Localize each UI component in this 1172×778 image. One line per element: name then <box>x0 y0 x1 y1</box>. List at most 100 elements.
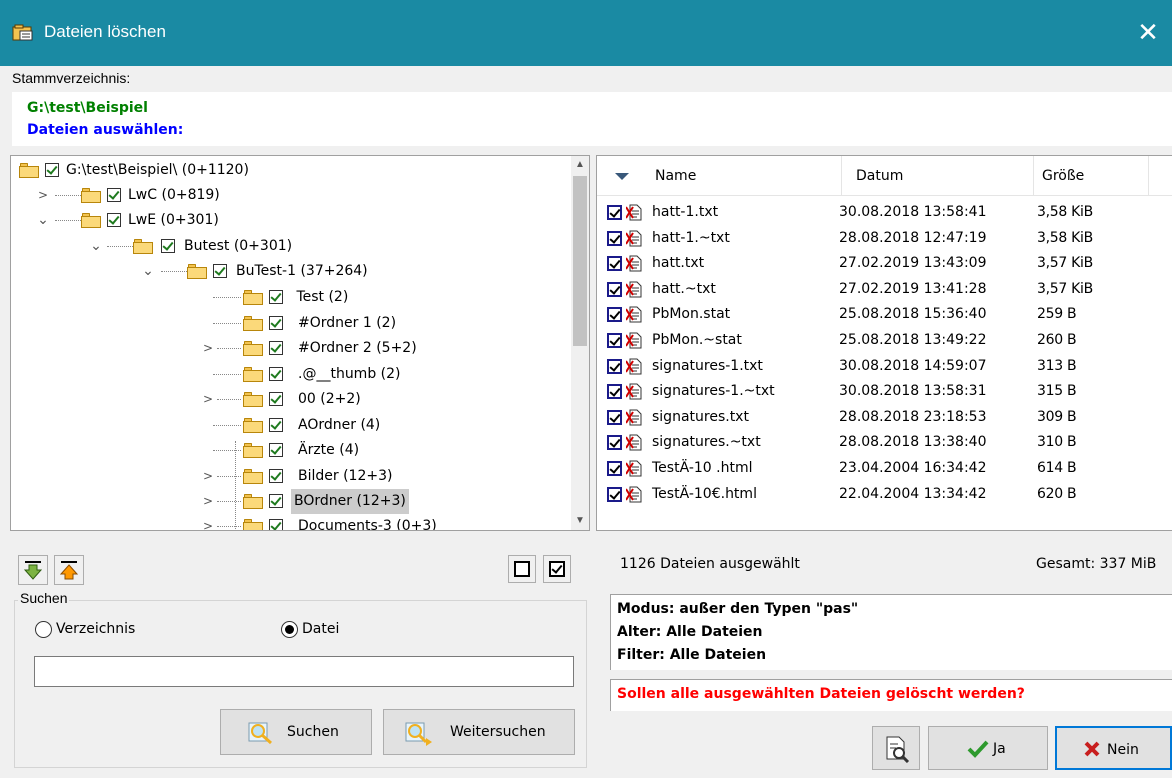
tree-connector <box>55 220 81 221</box>
file-checkbox[interactable] <box>607 281 622 297</box>
column-size-header[interactable]: Größe <box>1034 156 1149 196</box>
search-input[interactable] <box>34 656 574 687</box>
tree-item-label: AOrdner (4) <box>298 417 381 433</box>
tree-checkbox[interactable] <box>269 443 283 457</box>
file-checkbox[interactable] <box>607 205 622 220</box>
file-name: signatures.txt <box>652 408 749 425</box>
file-checkbox[interactable] <box>607 409 622 425</box>
expand-down-button[interactable] <box>18 555 48 585</box>
file-delete-icon <box>626 409 642 426</box>
file-row[interactable]: hatt.~txt 27.02.2019 13:41:28 3,57 KiB <box>597 276 1172 302</box>
x-icon <box>1084 741 1100 757</box>
tree-item-label: LwC (0+819) <box>128 187 220 203</box>
file-row[interactable]: TestÄ-10€.html 22.04.2004 13:34:42 620 B <box>597 481 1172 507</box>
file-size: 309 B <box>1037 408 1077 425</box>
tree-checkbox[interactable] <box>269 392 283 406</box>
file-row[interactable]: signatures.txt 28.08.2018 23:18:53 309 B <box>597 404 1172 430</box>
check-all-button[interactable] <box>543 555 571 583</box>
uncheck-all-button[interactable] <box>508 555 536 583</box>
search-button[interactable]: Suchen <box>220 709 372 755</box>
no-button[interactable]: Nein <box>1055 726 1172 770</box>
column-date-label: Datum <box>856 168 904 184</box>
chevron-right-icon[interactable]: > <box>201 464 215 489</box>
collapse-up-button[interactable] <box>54 555 84 585</box>
delete-question: Sollen alle ausgewählten Dateien gelösch… <box>617 686 1025 702</box>
chevron-right-icon[interactable]: > <box>201 489 215 514</box>
radio-directory[interactable] <box>35 621 52 638</box>
file-date: 22.04.2004 13:34:42 <box>839 485 987 502</box>
scroll-thumb[interactable] <box>573 176 587 346</box>
file-checkbox[interactable] <box>607 486 622 502</box>
tree-item-label: #Ordner 2 (5+2) <box>298 340 417 356</box>
tree-checkbox[interactable] <box>269 494 283 508</box>
tree-checkbox[interactable] <box>269 341 283 355</box>
tree-checkbox[interactable] <box>269 316 283 330</box>
file-size: 620 B <box>1037 485 1077 502</box>
tree-checkbox[interactable] <box>161 239 175 253</box>
yes-button-label: Ja <box>993 741 1006 757</box>
search-next-button[interactable]: Weitersuchen <box>383 709 575 755</box>
file-row[interactable]: hatt-1.txt 30.08.2018 13:58:41 3,58 KiB <box>597 199 1172 225</box>
file-row[interactable]: signatures-1.txt 30.08.2018 14:59:07 313 B <box>597 353 1172 379</box>
chevron-down-icon[interactable]: ⌄ <box>89 234 103 259</box>
file-row[interactable]: TestÄ-10 .html 23.04.2004 16:34:42 614 B <box>597 455 1172 481</box>
tree-checkbox[interactable] <box>269 367 283 381</box>
file-name: signatures.~txt <box>652 434 761 451</box>
chevron-right-icon[interactable]: > <box>201 514 215 530</box>
chevron-right-icon[interactable]: > <box>201 336 215 361</box>
file-checkbox[interactable] <box>607 358 622 374</box>
chevron-right-icon[interactable]: > <box>201 387 215 412</box>
tree-item-label-selected: BOrdner (12+3) <box>291 489 409 514</box>
file-name: TestÄ-10 .html <box>652 460 753 476</box>
file-checkbox[interactable] <box>607 307 622 323</box>
tree-checkbox[interactable] <box>269 290 283 304</box>
folder-icon <box>243 494 263 509</box>
column-name-header[interactable]: Name <box>597 156 842 196</box>
chevron-right-icon[interactable]: > <box>36 183 50 208</box>
radio-file[interactable] <box>281 621 298 638</box>
tree-checkbox[interactable] <box>107 213 121 227</box>
tree-checkbox[interactable] <box>269 469 283 483</box>
file-row[interactable]: hatt-1.~txt 28.08.2018 12:47:19 3,58 KiB <box>597 225 1172 251</box>
title-bar: Dateien löschen ✕ <box>0 0 1172 66</box>
folder-icon <box>81 188 101 203</box>
file-checkbox[interactable] <box>607 256 622 272</box>
file-checkbox[interactable] <box>607 230 622 246</box>
folder-tree[interactable]: G:\test\Beispiel\ (0+1120) > LwC (0+819)… <box>10 155 590 531</box>
tree-connector <box>213 323 241 324</box>
tree-checkbox[interactable] <box>269 519 283 530</box>
file-checkbox[interactable] <box>607 435 622 451</box>
tree-checkbox[interactable] <box>45 163 59 177</box>
chevron-down-icon[interactable]: ⌄ <box>36 208 50 233</box>
tree-connector <box>217 526 241 527</box>
file-checkbox[interactable] <box>607 461 622 476</box>
file-checkbox[interactable] <box>607 384 622 400</box>
file-date: 27.02.2019 13:41:28 <box>839 280 987 297</box>
file-row[interactable]: PbMon.stat 25.08.2018 15:36:40 259 B <box>597 301 1172 327</box>
tree-checkbox[interactable] <box>213 264 227 278</box>
mode-info-box: Modus: außer den Typen "pas" Alter: Alle… <box>610 594 1172 670</box>
file-row[interactable]: hatt.txt 27.02.2019 13:43:09 3,57 KiB <box>597 250 1172 276</box>
app-icon <box>12 24 33 41</box>
file-row[interactable]: signatures-1.~txt 30.08.2018 13:58:31 315 … <box>597 378 1172 404</box>
scroll-up-icon[interactable]: ▲ <box>571 156 589 174</box>
file-row[interactable]: PbMon.~stat 25.08.2018 13:49:22 260 B <box>597 327 1172 353</box>
tree-checkbox[interactable] <box>107 188 121 202</box>
tree-scrollbar[interactable]: ▲ ▼ <box>571 156 589 530</box>
column-date-header[interactable]: Datum <box>842 156 1034 196</box>
tree-connector <box>161 271 187 272</box>
folder-icon <box>243 443 263 458</box>
chevron-down-icon[interactable]: ⌄ <box>141 259 155 284</box>
preview-button[interactable] <box>872 726 920 770</box>
file-name: signatures-1.~txt <box>652 383 775 400</box>
scroll-down-icon[interactable]: ▼ <box>571 512 589 530</box>
tree-item-label: Butest (0+301) <box>184 238 293 254</box>
tree-checkbox[interactable] <box>269 418 283 432</box>
file-list[interactable]: Name Datum Größe hatt-1.txt 30.08.2018 13… <box>596 155 1172 531</box>
yes-button[interactable]: Ja <box>928 726 1048 770</box>
file-delete-icon <box>626 255 642 272</box>
file-row[interactable]: signatures.~txt 28.08.2018 13:38:40 310 B <box>597 429 1172 455</box>
file-checkbox[interactable] <box>607 333 622 348</box>
file-list-header: Name Datum Größe <box>597 156 1172 196</box>
close-icon[interactable]: ✕ <box>1124 0 1172 66</box>
